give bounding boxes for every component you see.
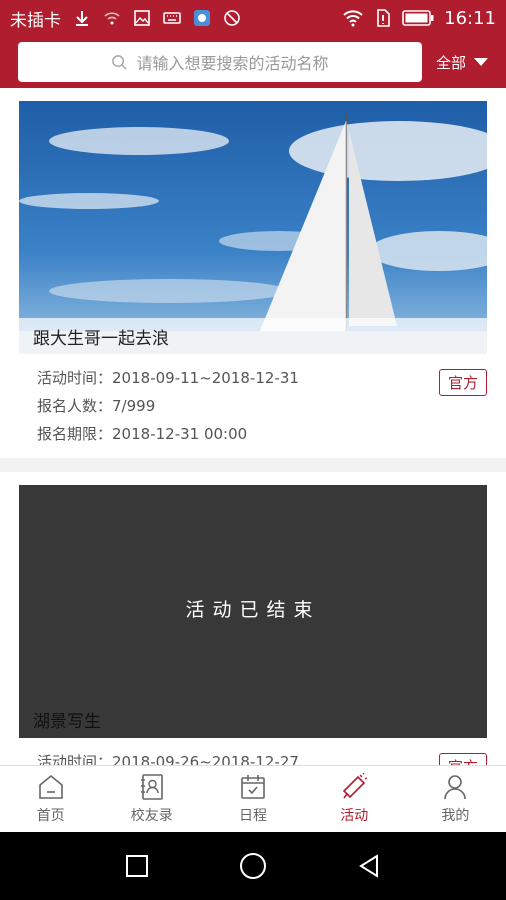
keyboard-icon	[163, 12, 181, 24]
tab-label: 我的	[441, 808, 470, 824]
time-value: 2018-09-11~2018-12-31	[112, 369, 299, 387]
app-header: 请输入想要搜索的活动名称 全部	[0, 36, 506, 88]
activity-title: 湖景写生	[33, 712, 101, 732]
blocked-icon	[224, 10, 240, 26]
tab-alumni[interactable]: 校友录	[101, 766, 202, 832]
home-icon	[38, 774, 63, 799]
tab-me[interactable]: 我的	[405, 766, 506, 832]
activity-time-row: 活动时间：2018-09-26~2018-12-27	[37, 748, 487, 765]
time-label: 活动时间：	[37, 753, 113, 765]
time-value: 2018-09-26~2018-12-27	[112, 753, 299, 765]
megaphone-icon	[343, 773, 368, 799]
tab-label: 校友录	[130, 808, 173, 824]
tab-label: 日程	[239, 808, 267, 824]
activity-time-row: 活动时间：2018-09-11~2018-12-31	[37, 364, 487, 392]
download-icon	[76, 11, 88, 26]
activity-list: 跟大生哥一起去浪 活动时间：2018-09-11~2018-12-31 报名人数…	[0, 88, 506, 765]
sim-alert-icon	[377, 9, 390, 27]
time-label: 活动时间：	[37, 369, 113, 387]
filter-label: 全部	[435, 53, 466, 72]
user-icon	[444, 775, 467, 800]
search-placeholder: 请输入想要搜索的活动名称	[136, 54, 329, 73]
tab-home[interactable]: 首页	[0, 766, 101, 832]
activity-info: 活动时间：2018-09-26~2018-12-27 官方	[19, 738, 487, 765]
wifi-question-icon	[104, 12, 120, 25]
activity-image: 跟大生哥一起去浪	[19, 101, 487, 354]
count-value: 7/999	[112, 397, 156, 415]
signup-deadline-row: 报名期限：2018-12-31 00:00	[37, 420, 487, 448]
status-bar: 未插卡 16:11	[0, 0, 506, 36]
official-badge: 官方	[438, 753, 487, 765]
activity-title: 跟大生哥一起去浪	[19, 318, 487, 354]
bottom-tab-bar: 首页 校友录 日程 活动 我的	[0, 765, 506, 832]
activity-card[interactable]: 活动已结束 湖景写生 活动时间：2018-09-26~2018-12-27 官方	[0, 472, 506, 765]
home-circle-icon[interactable]	[239, 852, 267, 880]
system-nav-bar	[0, 832, 506, 900]
tab-schedule[interactable]: 日程	[202, 766, 303, 832]
activity-info: 活动时间：2018-09-11~2018-12-31 报名人数：7/999 报名…	[19, 354, 487, 448]
tab-activity[interactable]: 活动	[304, 766, 405, 832]
battery-icon	[402, 10, 434, 26]
deadline-value: 2018-12-31 00:00	[112, 425, 248, 443]
ended-label: 活动已结束	[185, 599, 321, 621]
app-notification-icon	[194, 10, 210, 26]
calendar-icon	[241, 775, 265, 799]
image-icon	[134, 10, 150, 26]
back-icon[interactable]	[357, 854, 381, 878]
wifi-icon	[343, 10, 363, 27]
chevron-down-icon	[474, 58, 488, 66]
search-input[interactable]: 请输入想要搜索的活动名称	[18, 42, 422, 82]
deadline-label: 报名期限：	[37, 425, 113, 443]
recent-apps-icon[interactable]	[125, 854, 149, 878]
official-badge: 官方	[438, 369, 487, 396]
carrier-text: 未插卡	[10, 10, 61, 31]
count-label: 报名人数：	[37, 397, 113, 415]
search-icon	[112, 54, 128, 70]
activity-image: 活动已结束 湖景写生	[19, 485, 487, 738]
tab-label: 首页	[36, 808, 65, 824]
status-time: 16:11	[444, 7, 496, 29]
tab-label: 活动	[340, 808, 369, 824]
contacts-icon	[140, 774, 163, 800]
filter-dropdown[interactable]: 全部	[436, 52, 488, 73]
activity-card[interactable]: 跟大生哥一起去浪 活动时间：2018-09-11~2018-12-31 报名人数…	[0, 88, 506, 458]
sailboat-image	[19, 101, 487, 354]
signup-count-row: 报名人数：7/999	[37, 392, 487, 420]
